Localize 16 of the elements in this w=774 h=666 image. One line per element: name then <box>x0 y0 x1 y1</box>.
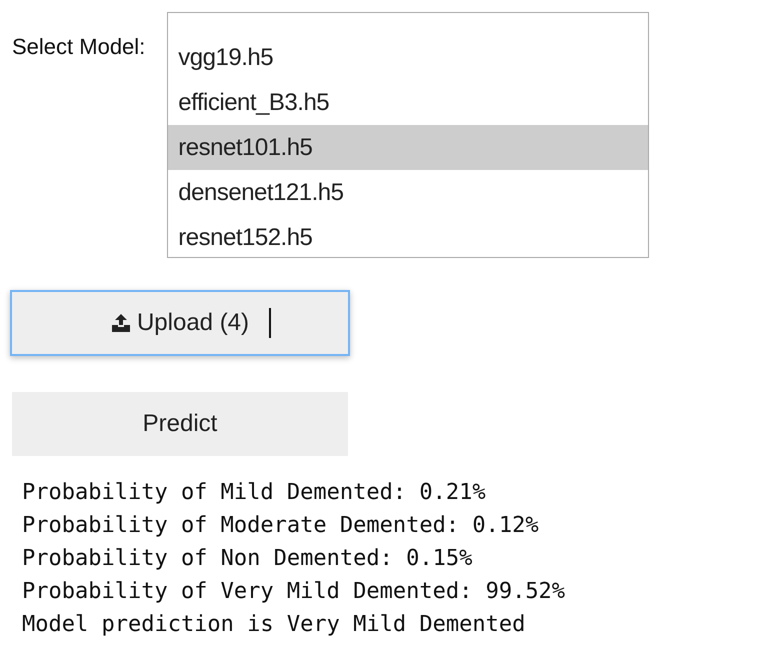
model-option[interactable]: resnet152.h5 <box>168 215 648 260</box>
output-line: Probability of Very Mild Demented: 99.52% <box>22 578 566 606</box>
model-option[interactable]: resnet101.h5 <box>168 125 648 170</box>
model-listbox[interactable]: vgg19.h5 efficient_B3.h5 resnet101.h5 densenet121.h5 resnet152.h5 <box>167 12 650 258</box>
select-model-label: Select Model: <box>12 34 146 60</box>
upload-icon <box>110 314 131 332</box>
predict-button[interactable]: Predict <box>12 392 348 456</box>
upload-button[interactable]: Upload (4) <box>10 290 350 356</box>
output-line: Probability of Non Demented: 0.15% <box>22 545 474 573</box>
model-option[interactable]: densenet121.h5 <box>168 170 648 215</box>
output-line: Probability of Mild Demented: 0.21% <box>22 479 487 507</box>
output-line: Model prediction is Very Mild Demented <box>22 611 526 639</box>
model-option[interactable]: efficient_B3.h5 <box>168 80 648 125</box>
output-line: Probability of Moderate Demented: 0.12% <box>22 512 540 540</box>
model-option[interactable]: vgg19.h5 <box>168 35 648 80</box>
text-cursor-icon <box>269 308 271 338</box>
